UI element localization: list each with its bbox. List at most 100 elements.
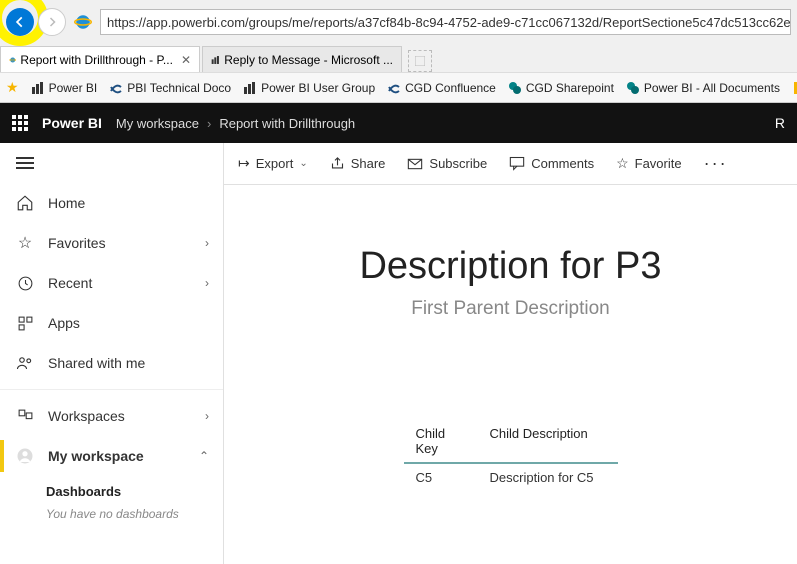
chevron-up-icon: ⌃ [199, 449, 209, 463]
export-icon: ↦ [238, 155, 250, 172]
chevron-right-icon: › [205, 236, 209, 250]
favorite-link[interactable]: Power BI - All Documents [626, 81, 780, 95]
breadcrumb-report[interactable]: Report with Drillthrough [219, 116, 355, 131]
sidebar-item-shared[interactable]: Shared with me [0, 343, 223, 383]
table-cell: Description for C5 [478, 464, 618, 491]
ellipsis-icon: ··· [704, 153, 728, 174]
sidebar-item-workspaces[interactable]: Workspaces › [0, 396, 223, 436]
toolbar-label: Comments [531, 156, 594, 171]
browser-tab[interactable]: Reply to Message - Microsoft ... [202, 46, 402, 72]
favorite-label: Power BI - All Documents [644, 81, 780, 95]
sharepoint-icon [626, 81, 640, 95]
main: Home ☆ Favorites › Recent › Apps Shared … [0, 143, 797, 564]
breadcrumb: My workspace › Report with Drillthrough [116, 116, 355, 131]
star-icon: ☆ [616, 155, 629, 172]
favorite-label: CGD Confluence [405, 81, 496, 95]
favorite-label: PBI Technical Doco [127, 81, 231, 95]
sharepoint-icon [508, 81, 522, 95]
sidebar-label: My workspace [48, 448, 144, 464]
table-header[interactable]: Child Key [404, 420, 478, 464]
sidebar-label: Shared with me [48, 355, 145, 371]
favorite-link[interactable]: fiel [792, 81, 797, 95]
star-icon: ☆ [16, 233, 34, 253]
export-button[interactable]: ↦ Export ⌄ [238, 155, 308, 172]
bars-icon [211, 53, 220, 67]
comment-icon [509, 156, 525, 171]
workspaces-icon [16, 408, 34, 425]
arrow-right-icon [46, 16, 58, 28]
chevron-down-icon: ⌄ [299, 158, 307, 169]
report-canvas: Description for P3 First Parent Descript… [224, 185, 797, 564]
people-icon [16, 354, 34, 372]
table-header[interactable]: Child Description [478, 420, 618, 464]
subscribe-button[interactable]: Subscribe [407, 156, 487, 171]
child-table: Child Key Child Description C5 Descripti… [404, 420, 618, 491]
toolbar-label: Export [256, 156, 294, 171]
bars-icon [31, 81, 45, 95]
app-launcher-icon[interactable] [12, 115, 28, 131]
favorite-link[interactable]: CGD Confluence [387, 81, 496, 95]
chevron-right-icon: › [207, 116, 211, 131]
confluence-icon [387, 81, 401, 95]
person-icon [16, 447, 34, 465]
comments-button[interactable]: Comments [509, 156, 594, 171]
sidebar-item-myworkspace[interactable]: My workspace ⌃ [0, 436, 223, 476]
home-icon [16, 194, 34, 212]
clock-icon [16, 275, 34, 292]
share-button[interactable]: Share [330, 156, 386, 171]
report-subtitle: First Parent Description [411, 298, 610, 320]
toolbar-label: Favorite [635, 156, 682, 171]
favorites-star-icon[interactable]: ★ [6, 79, 19, 96]
toolbar-label: Subscribe [429, 156, 487, 171]
page-icon [415, 56, 425, 66]
apps-icon [16, 315, 34, 332]
sidebar-item-favorites[interactable]: ☆ Favorites › [0, 223, 223, 263]
sidebar-item-recent[interactable]: Recent › [0, 263, 223, 303]
page-icon [792, 81, 797, 95]
favorite-button[interactable]: ☆ Favorite [616, 155, 682, 172]
favorites-bar: ★ Power BI PBI Technical Doco Power BI U… [0, 72, 797, 102]
ie-logo-icon [74, 13, 92, 31]
favorite-link[interactable]: Power BI User Group [243, 81, 375, 95]
breadcrumb-workspace[interactable]: My workspace [116, 116, 199, 131]
confluence-icon [109, 81, 123, 95]
favorite-link[interactable]: CGD Sharepoint [508, 81, 614, 95]
sidebar-label: Recent [48, 275, 92, 291]
close-icon[interactable]: ✕ [181, 53, 191, 67]
browser-tab-active[interactable]: Report with Drillthrough - P... ✕ [0, 46, 200, 72]
favorite-label: Power BI User Group [261, 81, 375, 95]
share-icon [330, 156, 345, 171]
sidebar-item-apps[interactable]: Apps [0, 303, 223, 343]
url-bar[interactable]: https://app.powerbi.com/groups/me/report… [100, 9, 791, 35]
header-right-truncated: R [775, 115, 785, 131]
back-button[interactable] [6, 8, 34, 36]
divider [0, 389, 223, 390]
sidebar-sub-dashboards[interactable]: Dashboards [0, 476, 223, 503]
new-tab-button[interactable] [408, 50, 432, 72]
sidebar-item-home[interactable]: Home [0, 183, 223, 223]
forward-button[interactable] [38, 8, 66, 36]
ie-page-icon [9, 53, 16, 67]
table-cell: C5 [404, 464, 478, 491]
sidebar-toggle[interactable] [0, 143, 223, 183]
tab-label: Reply to Message - Microsoft ... [224, 53, 393, 67]
mail-icon [407, 157, 423, 171]
sidebar-label: Workspaces [48, 408, 125, 424]
table-row[interactable]: C5 Description for C5 [404, 464, 618, 491]
sidebar: Home ☆ Favorites › Recent › Apps Shared … [0, 143, 224, 564]
chevron-right-icon: › [205, 276, 209, 290]
favorite-link[interactable]: Power BI [31, 81, 98, 95]
tab-label: Report with Drillthrough - P... [20, 53, 173, 67]
report-toolbar: ↦ Export ⌄ Share Subscribe Comm [224, 143, 797, 185]
more-button[interactable]: ··· [704, 153, 728, 174]
hamburger-icon [16, 157, 34, 169]
report-title: Description for P3 [359, 245, 661, 288]
app-title: Power BI [42, 115, 102, 131]
chevron-right-icon: › [205, 409, 209, 423]
nav-row: https://app.powerbi.com/groups/me/report… [0, 0, 797, 44]
browser-chrome: https://app.powerbi.com/groups/me/report… [0, 0, 797, 103]
toolbar-label: Share [351, 156, 386, 171]
browser-tabs: Report with Drillthrough - P... ✕ Reply … [0, 44, 797, 72]
favorite-link[interactable]: PBI Technical Doco [109, 81, 231, 95]
sidebar-label: Apps [48, 315, 80, 331]
